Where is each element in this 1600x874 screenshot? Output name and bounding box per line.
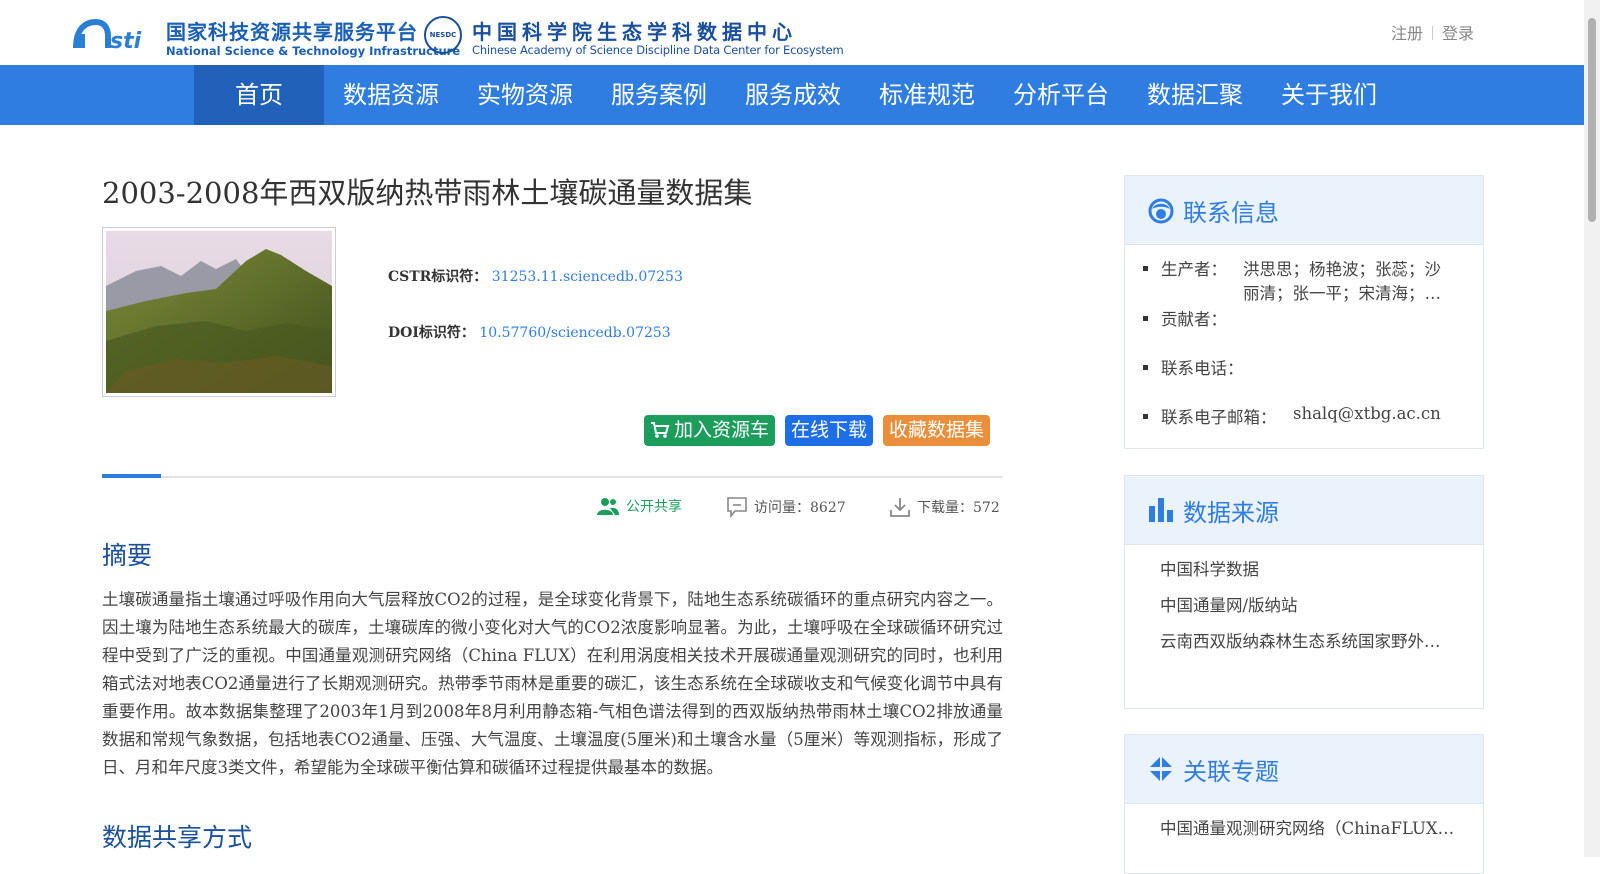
online-download-button[interactable]: 在线下载 xyxy=(785,415,874,446)
nav-item-data-aggregation[interactable]: 数据汇聚 xyxy=(1128,65,1262,125)
visit-count-label: 访问量：8627 xyxy=(754,500,846,516)
page-scrollbar[interactable] xyxy=(1584,0,1600,857)
comment-icon xyxy=(727,497,747,518)
doi-link[interactable]: 10.57760/sciencedb.07253 xyxy=(479,325,670,341)
nav-item-standards[interactable]: 标准规范 xyxy=(860,65,994,125)
source-item[interactable]: 云南西双版纳森林生态系统国家野外… xyxy=(1160,628,1441,652)
contributor-row: 贡献者： xyxy=(1125,306,1521,330)
nsti-logo-cn: 国家科技资源共享服务平台 xyxy=(166,20,418,44)
doi-identifier: DOI标识符： 10.57760/sciencedb.07253 xyxy=(388,322,671,342)
dataset-thumbnail xyxy=(102,227,336,397)
topic-icon xyxy=(1150,757,1172,781)
active-tab-indicator xyxy=(102,474,161,478)
nav-item-about-us[interactable]: 关于我们 xyxy=(1262,65,1396,125)
email-row: 联系电子邮箱： shalq@xtbg.ac.cn xyxy=(1125,404,1521,428)
producer-label: 生产者： xyxy=(1161,260,1227,279)
related-topic-card-header: 关联专题 xyxy=(1125,735,1483,804)
email-label: 联系电子邮箱： xyxy=(1161,408,1277,427)
nesdc-logo-en: Chinese Academy of Science Discipline Da… xyxy=(472,43,844,57)
abstract-text: 土壤碳通量指土壤通过呼吸作用向大气层释放CO2的过程，是全球变化背景下，陆地生态… xyxy=(102,590,1003,777)
users-icon xyxy=(597,498,619,515)
cstr-link[interactable]: 31253.11.sciencedb.07253 xyxy=(492,269,683,285)
main-nav: 首页 数据资源 实物资源 服务案例 服务成效 标准规范 分析平台 数据汇聚 关于… xyxy=(0,65,1584,125)
sharing-heading: 数据共享方式 xyxy=(102,823,253,852)
share-status: 公开共享 xyxy=(596,496,682,516)
nesdc-logo-cn: 中国科学院生态学科数据中心 xyxy=(472,20,797,44)
nsti-logo-mark-icon: sti xyxy=(73,18,142,54)
nav-item-service-results[interactable]: 服务成效 xyxy=(726,65,860,125)
contact-card: 联系信息 生产者： 洪思思；杨艳波；张蕊；沙 丽清；张一平；宋清海；… 贡献者：… xyxy=(1124,175,1484,449)
favorite-dataset-button[interactable]: 收藏数据集 xyxy=(883,415,991,446)
bar-chart-icon xyxy=(1149,498,1173,522)
nesdc-badge-icon: NESDC xyxy=(424,16,462,54)
auth-divider xyxy=(1431,26,1433,40)
nav-item-data-resources[interactable]: 数据资源 xyxy=(324,65,458,125)
cstr-identifier: CSTR标识符： 31253.11.sciencedb.07253 xyxy=(388,266,683,286)
tab-divider xyxy=(102,474,1003,478)
dataset-title: 2003-2008年西双版纳热带雨林土壤碳通量数据集 xyxy=(102,176,753,210)
register-link[interactable]: 注册 xyxy=(1391,24,1423,43)
abstract-heading: 摘要 xyxy=(102,541,153,570)
nav-item-analysis-platform[interactable]: 分析平台 xyxy=(994,65,1128,125)
top-header: sti 国家科技资源共享服务平台 National Science & Tech… xyxy=(0,0,1584,65)
topic-item[interactable]: 中国通量观测研究网络（ChinaFLUX… xyxy=(1160,815,1454,839)
scrollbar-thumb[interactable] xyxy=(1588,18,1596,222)
phone-row: 联系电话： xyxy=(1125,355,1521,379)
contact-card-title: 联系信息 xyxy=(1183,199,1279,227)
doi-label: DOI标识符： xyxy=(388,325,475,341)
cstr-label: CSTR标识符： xyxy=(388,269,488,285)
source-item[interactable]: 中国通量网/版纳站 xyxy=(1160,592,1298,616)
login-link[interactable]: 登录 xyxy=(1442,24,1474,43)
download-count: 下载量：572 xyxy=(889,496,1000,518)
phone-label: 联系电话： xyxy=(1161,359,1244,378)
nsti-logo[interactable]: sti 国家科技资源共享服务平台 National Science & Tech… xyxy=(72,14,460,60)
download-icon xyxy=(890,498,910,517)
visit-count: 访问量：8627 xyxy=(726,496,846,518)
producer-value-line1: 洪思思；杨艳波；张蕊；沙 xyxy=(1243,260,1441,279)
nav-item-home[interactable]: 首页 xyxy=(194,65,324,125)
producer-value-line2: 丽清；张一平；宋清海；… xyxy=(1243,284,1441,303)
data-source-card-title: 数据来源 xyxy=(1183,499,1279,527)
nav-item-physical-resources[interactable]: 实物资源 xyxy=(458,65,592,125)
nsti-logo-en: National Science & Technology Infrastruc… xyxy=(166,44,461,58)
data-source-card-header: 数据来源 xyxy=(1125,476,1483,545)
cart-icon xyxy=(651,422,670,438)
mountain-forest-image xyxy=(106,231,332,393)
email-value[interactable]: shalq@xtbg.ac.cn xyxy=(1293,404,1441,423)
contact-card-header: 联系信息 xyxy=(1125,176,1483,245)
dataset-actions: 加入资源车 在线下载 收藏数据集 xyxy=(644,415,991,446)
customer-service-icon xyxy=(1148,198,1174,224)
data-source-card: 数据来源 中国科学数据 中国通量网/版纳站 云南西双版纳森林生态系统国家野外… xyxy=(1124,475,1484,709)
related-topic-card: 关联专题 中国通量观测研究网络（ChinaFLUX… xyxy=(1124,734,1484,874)
add-to-cart-button[interactable]: 加入资源车 xyxy=(644,415,776,446)
add-to-cart-label: 加入资源车 xyxy=(674,419,770,441)
contributor-label: 贡献者： xyxy=(1161,310,1227,329)
download-count-label: 下载量：572 xyxy=(917,500,1000,516)
nesdc-logo[interactable]: NESDC 中国科学院生态学科数据中心 Chinese Academy of S… xyxy=(424,16,844,60)
related-topic-card-title: 关联专题 xyxy=(1183,758,1279,786)
source-item[interactable]: 中国科学数据 xyxy=(1160,556,1259,580)
nav-item-service-cases[interactable]: 服务案例 xyxy=(592,65,726,125)
auth-links: 注册 登录 xyxy=(1391,20,1474,44)
producer-row: 生产者： 洪思思；杨艳波；张蕊；沙 丽清；张一平；宋清海；… xyxy=(1125,256,1521,304)
svg-text:sti: sti xyxy=(110,29,142,54)
nesdc-badge-label: NESDC xyxy=(429,31,457,39)
share-status-label: 公开共享 xyxy=(626,499,682,515)
